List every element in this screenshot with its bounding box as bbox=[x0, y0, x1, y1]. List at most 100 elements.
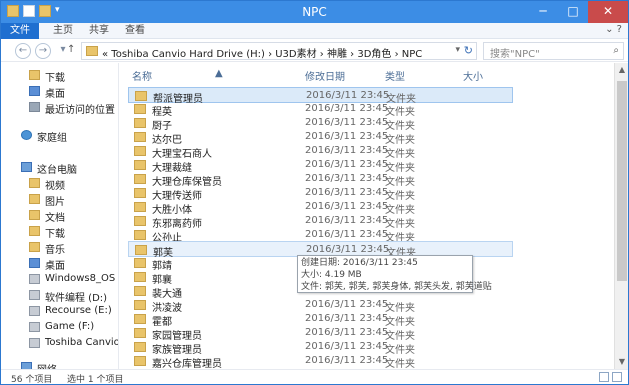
title-bar: ▾ NPC ─ □ ✕ bbox=[1, 1, 628, 23]
forward-button[interactable]: → bbox=[35, 43, 51, 59]
sidebar-item-label: 桌面 bbox=[45, 89, 65, 100]
file-date: 2016/3/11 23:45 bbox=[305, 173, 389, 184]
sidebar-item[interactable]: Recourse (E:) bbox=[1, 303, 118, 319]
sidebar-item-label: 网络 bbox=[37, 361, 57, 369]
up-button[interactable]: ↑ bbox=[67, 44, 75, 55]
close-button[interactable]: ✕ bbox=[588, 1, 628, 23]
sidebar-item-label: Game (F:) bbox=[45, 321, 95, 332]
folder-icon bbox=[134, 202, 146, 212]
sidebar-item[interactable]: 家庭组 bbox=[1, 127, 118, 144]
sidebar-item-label: 图片 bbox=[45, 197, 65, 208]
sidebar-item[interactable]: 桌面 bbox=[1, 83, 118, 100]
file-row[interactable]: 嘉兴仓库管理员 2016/3/11 23:45 文件夹 bbox=[128, 353, 513, 369]
scroll-down-icon[interactable]: ▼ bbox=[615, 355, 629, 369]
address-dropdown-icon[interactable]: ▾ bbox=[455, 45, 460, 55]
sidebar-item-label: 家庭组 bbox=[37, 133, 67, 144]
sidebar-item-label: 软件编程 (D:) bbox=[45, 293, 108, 304]
column-size[interactable]: 大小 bbox=[463, 68, 483, 83]
search-icon[interactable]: ⌕ bbox=[613, 45, 619, 56]
minimize-button[interactable]: ─ bbox=[528, 1, 558, 23]
sidebar-item-label: 视频 bbox=[45, 181, 65, 192]
file-date: 2016/3/11 23:45 bbox=[305, 117, 389, 128]
folder-icon bbox=[134, 132, 146, 142]
ribbon-tabs: 文件 主页 共享 查看 ⌄ ? bbox=[1, 23, 628, 39]
drive-icon bbox=[29, 306, 40, 316]
folder-icon bbox=[134, 342, 146, 352]
file-date: 2016/3/11 23:45 bbox=[305, 299, 389, 310]
sidebar-item[interactable]: 桌面 bbox=[1, 255, 118, 272]
sidebar-item[interactable]: 最近访问的位置 bbox=[1, 99, 118, 116]
folder-icon bbox=[134, 258, 146, 268]
scroll-up-icon[interactable]: ▲ bbox=[615, 63, 629, 77]
column-name[interactable]: 名称 bbox=[132, 68, 152, 83]
navigation-bar: ← → ▾ ↑ « Toshiba Canvio Hard Drive (H:)… bbox=[1, 40, 628, 62]
tooltip-created-date: 创建日期: 2016/3/11 23:45 bbox=[301, 258, 418, 268]
sidebar-item[interactable]: 图片 bbox=[1, 191, 118, 208]
videos-folder-icon bbox=[29, 178, 40, 188]
large-icons-view-icon[interactable] bbox=[612, 372, 622, 382]
homegroup-icon bbox=[21, 130, 32, 140]
maximize-button[interactable]: □ bbox=[558, 1, 588, 23]
sidebar-item[interactable]: Windows8_OS (C bbox=[1, 271, 118, 287]
address-bar[interactable]: « Toshiba Canvio Hard Drive (H:) › U3D素材… bbox=[81, 42, 477, 60]
back-button[interactable]: ← bbox=[15, 43, 31, 59]
tab-share[interactable]: 共享 bbox=[89, 23, 109, 39]
folder-icon bbox=[134, 174, 146, 184]
folder-icon bbox=[134, 272, 146, 282]
folder-icon bbox=[134, 356, 146, 366]
folder-icon bbox=[134, 286, 146, 296]
drive-icon bbox=[29, 274, 40, 284]
folder-icon bbox=[134, 314, 146, 324]
sidebar-item[interactable]: Toshiba Canvio I bbox=[1, 335, 119, 351]
folder-icon bbox=[134, 216, 146, 226]
tab-home[interactable]: 主页 bbox=[53, 23, 73, 39]
sidebar-item[interactable]: 音乐 bbox=[1, 239, 118, 256]
sidebar-item-label: 音乐 bbox=[45, 245, 65, 256]
folder-icon bbox=[134, 230, 146, 240]
details-view-icon[interactable] bbox=[599, 372, 609, 382]
tooltip-size: 大小: 4.19 MB bbox=[301, 270, 362, 280]
column-date-modified[interactable]: 修改日期 bbox=[305, 68, 345, 83]
folder-info-tooltip: 创建日期: 2016/3/11 23:45 大小: 4.19 MB 文件: 郭芙… bbox=[297, 255, 492, 293]
sidebar-item[interactable]: Game (F:) bbox=[1, 319, 118, 335]
file-date: 2016/3/11 23:45 bbox=[305, 215, 389, 226]
sidebar-item[interactable]: 软件编程 (D:) bbox=[1, 287, 118, 304]
tab-view[interactable]: 查看 bbox=[125, 23, 145, 39]
column-headers: ▲ 名称 修改日期 类型 大小 bbox=[120, 63, 628, 83]
file-date: 2016/3/11 23:45 bbox=[305, 327, 389, 338]
folder-icon bbox=[134, 104, 146, 114]
sort-ascending-icon: ▲ bbox=[215, 68, 223, 79]
scrollbar-thumb[interactable] bbox=[617, 81, 627, 281]
sidebar-item-label: 文档 bbox=[45, 213, 65, 224]
vertical-scrollbar[interactable]: ▲ ▼ bbox=[614, 63, 628, 369]
sidebar-item[interactable]: 下载 bbox=[1, 67, 118, 84]
sidebar-item[interactable]: 文档 bbox=[1, 207, 118, 224]
file-type: 文件夹 bbox=[385, 359, 415, 369]
music-folder-icon bbox=[29, 242, 40, 252]
ribbon-expand-icon[interactable]: ⌄ ? bbox=[605, 24, 622, 35]
sidebar-item-label: 最近访问的位置 bbox=[45, 105, 115, 116]
explorer-window: ▾ NPC ─ □ ✕ 文件 主页 共享 查看 ⌄ ? ← → ▾ ↑ « To… bbox=[0, 0, 629, 385]
file-name: 嘉兴仓库管理员 bbox=[152, 359, 222, 369]
download-folder-icon bbox=[29, 70, 40, 80]
folder-icon bbox=[135, 245, 147, 255]
address-path[interactable]: « Toshiba Canvio Hard Drive (H:) › U3D素材… bbox=[102, 45, 422, 60]
folder-icon bbox=[134, 188, 146, 198]
column-type[interactable]: 类型 bbox=[385, 68, 405, 83]
item-count: 56 个项目 bbox=[11, 375, 53, 385]
refresh-icon[interactable]: ↻ bbox=[464, 44, 473, 57]
sidebar-item-label: 桌面 bbox=[45, 261, 65, 272]
file-date: 2016/3/11 23:45 bbox=[306, 90, 390, 101]
file-date: 2016/3/11 23:45 bbox=[305, 145, 389, 156]
sidebar-item[interactable]: 网络 bbox=[1, 359, 118, 369]
sidebar-item[interactable]: 下载 bbox=[1, 223, 118, 240]
sidebar-item-label: Recourse (E:) bbox=[45, 305, 112, 316]
sidebar-item[interactable]: 视频 bbox=[1, 175, 118, 192]
external-drive-icon bbox=[29, 338, 40, 348]
search-input[interactable]: 搜索"NPC" ⌕ bbox=[483, 42, 624, 60]
sidebar-item-label: Toshiba Canvio I bbox=[45, 337, 119, 348]
file-date: 2016/3/11 23:45 bbox=[305, 131, 389, 142]
sidebar-item-label: 这台电脑 bbox=[37, 165, 77, 176]
tab-file[interactable]: 文件 bbox=[1, 23, 39, 39]
sidebar-item[interactable]: 这台电脑 bbox=[1, 159, 118, 176]
